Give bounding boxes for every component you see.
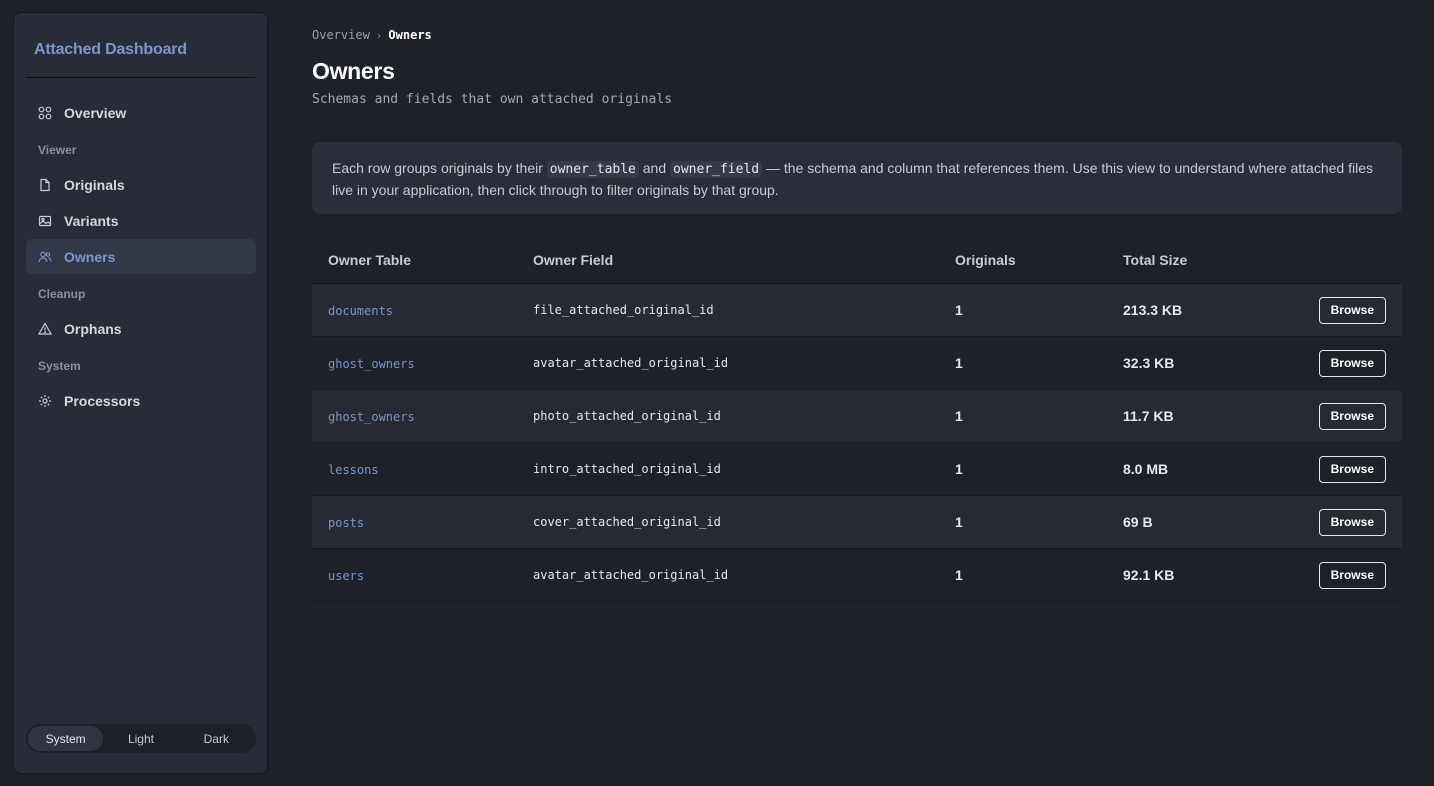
image-icon [38,214,52,228]
total-size-cell: 8.0 MB [1123,461,1169,477]
total-size-cell: 32.3 KB [1123,355,1175,371]
table-header: Owner Table Owner Field Originals Total … [312,236,1402,284]
owner-table-link[interactable]: ghost_owners [328,357,415,371]
header-owner-table: Owner Table [328,251,411,268]
table-row: ghost_owners photo_attached_original_id … [312,390,1402,443]
table-row: documents file_attached_original_id 1 21… [312,284,1402,337]
sidebar-item-label: Orphans [64,320,122,337]
originals-cell: 1 [955,355,963,371]
owner-table-link[interactable]: documents [328,304,393,318]
table-row: lessons intro_attached_original_id 1 8.0… [312,443,1402,496]
breadcrumb: Overview › Owners [312,28,432,42]
owner-table-link[interactable]: users [328,569,364,583]
originals-cell: 1 [955,408,963,424]
grid-icon [38,106,52,120]
browse-button[interactable]: Browse [1318,402,1386,430]
owner-field-cell: cover_attached_original_id [533,515,721,529]
info-text: and [638,160,671,176]
sidebar-item-variants[interactable]: Variants [26,203,256,238]
info-box: Each row groups originals by their owner… [312,142,1402,214]
owner-table-link[interactable]: posts [328,516,364,530]
owner-field-cell: file_attached_original_id [533,303,714,317]
sidebar-item-originals[interactable]: Originals [26,167,256,202]
total-size-cell: 69 B [1123,514,1153,530]
browse-button[interactable]: Browse [1318,296,1386,324]
header-originals: Originals [955,251,1016,268]
originals-cell: 1 [955,567,963,583]
owner-field-cell: photo_attached_original_id [533,409,721,423]
theme-option-dark[interactable]: Dark [179,726,254,751]
file-icon [38,178,52,192]
originals-cell: 1 [955,302,963,318]
sidebar-item-label: Owners [64,248,116,265]
theme-option-system[interactable]: System [28,726,104,751]
browse-button[interactable]: Browse [1318,561,1386,589]
sidebar-item-owners[interactable]: Owners [26,239,256,274]
originals-cell: 1 [955,514,963,530]
originals-cell: 1 [955,461,963,477]
total-size-cell: 92.1 KB [1123,567,1175,583]
browse-button[interactable]: Browse [1318,455,1386,483]
table-row: users avatar_attached_original_id 1 92.1… [312,549,1402,602]
theme-option-light[interactable]: Light [103,726,178,751]
header-owner-field: Owner Field [533,251,614,268]
users-icon [38,250,52,264]
sidebar-item-overview[interactable]: Overview [26,95,256,130]
section-cleanup: Cleanup [38,287,86,301]
info-text: Each row groups originals by their [332,160,547,176]
page-subtitle: Schemas and fields that own attached ori… [312,92,673,107]
sidebar-item-label: Processors [64,392,141,409]
brand-divider [26,77,255,78]
gear-icon [38,394,52,408]
breadcrumb-current: Owners [388,28,432,42]
brand-title[interactable]: Attached Dashboard [34,41,187,59]
sidebar-item-label: Variants [64,212,119,229]
warning-icon [38,321,52,336]
page-title: Owners [312,58,395,84]
owner-field-cell: avatar_attached_original_id [533,568,729,582]
chevron-right-icon: › [375,28,383,42]
table-row: ghost_owners avatar_attached_original_id… [312,337,1402,390]
sidebar-item-label: Originals [64,176,125,193]
sidebar-item-processors[interactable]: Processors [26,383,256,418]
owner-field-cell: avatar_attached_original_id [533,356,729,370]
table-row: posts cover_attached_original_id 1 69 B … [312,496,1402,549]
section-viewer: Viewer [38,143,77,157]
theme-switch: System Light Dark [26,724,256,753]
breadcrumb-overview-link[interactable]: Overview [312,28,370,42]
header-total-size: Total Size [1123,251,1188,268]
sidebar: Attached Dashboard Overview Viewer Origi… [13,12,268,774]
owner-table-link[interactable]: ghost_owners [328,410,415,424]
browse-button[interactable]: Browse [1318,349,1386,377]
section-system: System [38,359,81,373]
info-code-owner-table: owner_table [546,161,639,178]
total-size-cell: 11.7 KB [1123,408,1174,424]
owner-field-cell: intro_attached_original_id [533,462,721,476]
sidebar-item-label: Overview [64,104,127,121]
owner-table-link[interactable]: lessons [328,463,379,477]
owners-table: Owner Table Owner Field Originals Total … [312,236,1402,602]
browse-button[interactable]: Browse [1318,508,1386,536]
total-size-cell: 213.3 KB [1123,302,1183,318]
sidebar-item-orphans[interactable]: Orphans [26,311,256,346]
info-code-owner-field: owner_field [670,161,763,178]
